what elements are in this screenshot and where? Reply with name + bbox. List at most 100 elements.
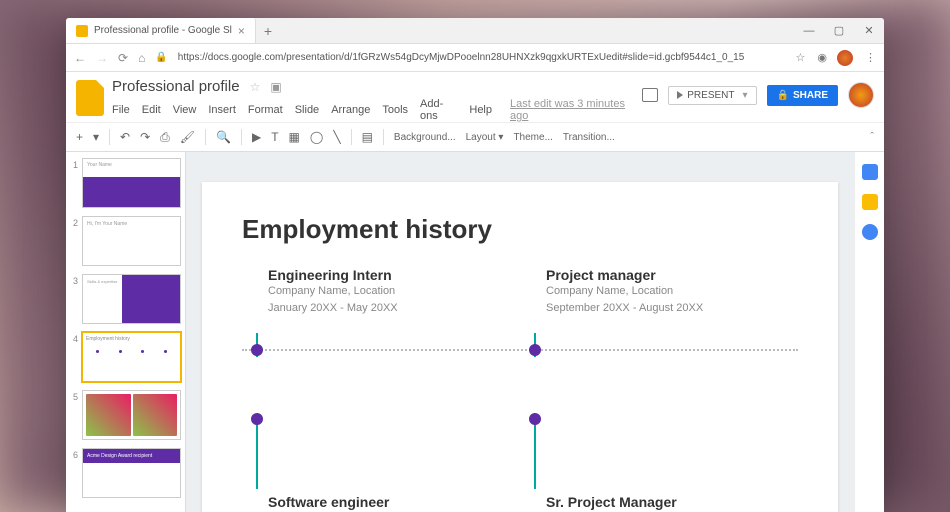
menu-format[interactable]: Format (248, 104, 283, 116)
present-dropdown-icon[interactable]: ▾ (743, 90, 748, 101)
timeline-item[interactable]: Sr. Project Manager Company Name, Locati… (520, 336, 798, 512)
new-tab-button[interactable]: + (256, 23, 280, 39)
menu-slide[interactable]: Slide (295, 104, 319, 116)
job-company: Company Name, Location (546, 283, 798, 300)
thumb-num: 3 (70, 276, 78, 286)
menu-icon[interactable]: ⋮ (865, 51, 876, 64)
comments-icon[interactable] (642, 88, 658, 102)
paint-format-button[interactable]: 🖌 (180, 130, 195, 144)
job-dates: September 20XX - August 20XX (546, 300, 798, 317)
address-bar: ← → ⟳ ⌂ 🔒 https://docs.google.com/presen… (66, 44, 884, 72)
star-doc-icon[interactable]: ☆ (250, 80, 261, 94)
star-icon[interactable]: ☆ (796, 51, 806, 64)
menu-view[interactable]: View (173, 104, 197, 116)
textbox-tool[interactable]: T (271, 130, 278, 144)
collapse-toolbar-icon[interactable]: ˆ (870, 131, 874, 143)
undo-button[interactable]: ↶ (120, 130, 130, 144)
job-title: Project manager (546, 267, 798, 283)
menu-file[interactable]: File (112, 104, 130, 116)
slide-title[interactable]: Employment history (242, 214, 798, 245)
reload-button[interactable]: ⟳ (118, 51, 128, 65)
background-button[interactable]: Background... (394, 132, 456, 143)
shape-tool[interactable]: ◯ (310, 130, 323, 144)
timeline-node-icon (251, 413, 263, 425)
play-icon (677, 91, 683, 99)
tasks-icon[interactable] (862, 224, 878, 240)
timeline-item[interactable]: Project manager Company Name, Location S… (520, 267, 798, 336)
menu-tools[interactable]: Tools (382, 104, 408, 116)
menu-insert[interactable]: Insert (208, 104, 236, 116)
tab-title: Professional profile - Google Sl (94, 25, 232, 36)
present-button[interactable]: PRESENT ▾ (668, 86, 756, 105)
layout-button[interactable]: Layout ▾ (466, 132, 504, 143)
app-header: Professional profile ☆ ▣ File Edit View … (66, 72, 884, 122)
forward-button[interactable]: → (96, 51, 108, 65)
slide-thumb-3[interactable]: Skills & expertise (82, 274, 181, 324)
browser-tab[interactable]: Professional profile - Google Sl × (66, 18, 256, 43)
job-company: Company Name, Location (268, 283, 520, 300)
close-tab-icon[interactable]: × (238, 24, 245, 38)
slides-logo-icon[interactable] (76, 80, 104, 116)
workspace: 1 Your Name 2 Hi, I'm Your Name 3 Skills… (66, 152, 884, 512)
theme-button[interactable]: Theme... (513, 132, 552, 143)
timeline-item[interactable]: Software engineer Company Name, Location… (242, 336, 520, 512)
canvas[interactable]: Employment history Engineering Intern Co… (186, 152, 854, 512)
minimize-button[interactable]: — (794, 18, 824, 44)
thumb-num: 1 (70, 160, 78, 170)
menu-addons[interactable]: Add-ons (420, 98, 457, 122)
thumb-num: 5 (70, 392, 78, 402)
share-button[interactable]: 🔒 SHARE (767, 85, 838, 106)
timeline-item[interactable]: Engineering Intern Company Name, Locatio… (242, 267, 520, 336)
new-slide-button[interactable]: + (76, 130, 83, 144)
slide-panel[interactable]: 1 Your Name 2 Hi, I'm Your Name 3 Skills… (66, 152, 186, 512)
maximize-button[interactable]: ▢ (824, 18, 854, 44)
comment-tool[interactable]: ▤ (362, 130, 373, 144)
timeline: Engineering Intern Company Name, Locatio… (242, 267, 798, 512)
slide-thumb-6[interactable]: Acme Design Award recipient (82, 448, 181, 498)
job-title: Engineering Intern (268, 267, 520, 283)
calendar-icon[interactable] (862, 164, 878, 180)
url-field[interactable]: https://docs.google.com/presentation/d/1… (178, 52, 784, 63)
redo-button[interactable]: ↷ (140, 130, 150, 144)
job-dates: January 20XX - May 20XX (268, 300, 520, 317)
line-tool[interactable]: ╲ (333, 130, 340, 144)
new-slide-dropdown-icon[interactable]: ▾ (93, 130, 99, 144)
close-window-button[interactable]: ✕ (854, 18, 884, 44)
keep-icon[interactable] (862, 194, 878, 210)
slide-thumb-5[interactable] (82, 390, 181, 440)
account-avatar[interactable] (848, 82, 874, 108)
menu-help[interactable]: Help (469, 104, 492, 116)
header-actions: PRESENT ▾ 🔒 SHARE (642, 82, 874, 108)
move-folder-icon[interactable]: ▣ (270, 80, 281, 94)
print-button[interactable]: ⎙ (160, 130, 170, 145)
slide-thumb-4[interactable]: Employment history (82, 332, 181, 382)
home-button[interactable]: ⌂ (138, 51, 145, 65)
toolbar: + ▾ ↶ ↷ ⎙ 🖌 🔍 ▶ T ▦ ◯ ╲ ▤ Background... … (66, 122, 884, 152)
window-controls: — ▢ ✕ (794, 18, 884, 44)
job-title: Sr. Project Manager (546, 494, 798, 510)
timeline-node-icon (529, 413, 541, 425)
browser-window: Professional profile - Google Sl × + — ▢… (66, 18, 884, 512)
menu-bar: File Edit View Insert Format Slide Arran… (112, 98, 634, 122)
doc-title[interactable]: Professional profile (112, 78, 240, 95)
present-label: PRESENT (687, 90, 734, 101)
transition-button[interactable]: Transition... (563, 132, 615, 143)
thumb-num: 2 (70, 218, 78, 228)
zoom-button[interactable]: 🔍 (216, 130, 231, 144)
image-tool[interactable]: ▦ (289, 130, 300, 144)
select-tool[interactable]: ▶ (252, 130, 261, 144)
back-button[interactable]: ← (74, 51, 86, 65)
job-title: Software engineer (268, 494, 520, 510)
slide[interactable]: Employment history Engineering Intern Co… (202, 182, 838, 512)
thumb-num: 4 (70, 334, 78, 344)
slide-thumb-2[interactable]: Hi, I'm Your Name (82, 216, 181, 266)
slide-thumb-1[interactable]: Your Name (82, 158, 181, 208)
lock-share-icon: 🔒 (777, 90, 789, 101)
titlebar: Professional profile - Google Sl × + — ▢… (66, 18, 884, 44)
extension-icon[interactable]: ◉ (817, 51, 827, 64)
menu-arrange[interactable]: Arrange (331, 104, 370, 116)
last-edit-link[interactable]: Last edit was 3 minutes ago (510, 98, 634, 122)
profile-avatar-icon[interactable] (837, 50, 853, 66)
menu-edit[interactable]: Edit (142, 104, 161, 116)
doc-meta: Professional profile ☆ ▣ File Edit View … (112, 78, 634, 122)
